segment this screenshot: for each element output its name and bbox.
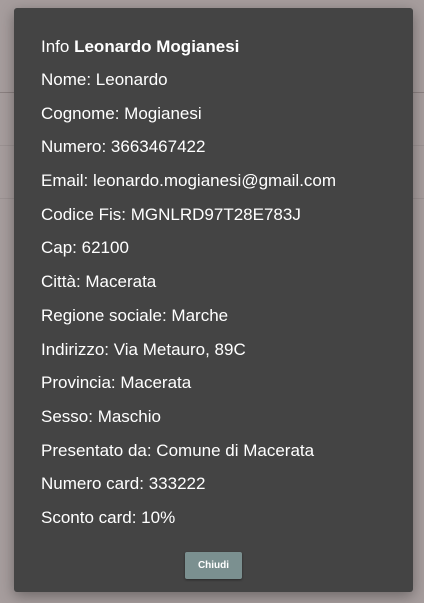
field-cap: Cap: 62100: [41, 238, 129, 258]
background-divider: [413, 145, 424, 146]
background-divider: [413, 198, 424, 199]
field-numero: Numero: 3663467422: [41, 137, 206, 157]
modal-title-name: Leonardo Mogianesi: [74, 37, 240, 56]
field-sesso: Sesso: Maschio: [41, 406, 161, 426]
close-button[interactable]: Chiudi: [185, 552, 242, 579]
background-divider: [413, 92, 424, 93]
field-email: Email: leonardo.mogianesi@gmail.com: [41, 171, 337, 191]
field-regione-sociale: Regione sociale: Marche: [41, 305, 229, 325]
background-divider: [0, 198, 14, 199]
info-modal: Info Leonardo Mogianesi Nome: Leonardo C…: [14, 8, 413, 592]
field-sconto-card: Sconto card: 10%: [41, 507, 176, 527]
field-provincia: Provincia: Macerata: [41, 373, 192, 393]
field-nome: Nome: Leonardo: [41, 70, 168, 89]
background-divider: [0, 92, 14, 93]
field-cognome: Cognome: Mogianesi: [41, 103, 202, 123]
field-citta: Città: Macerata: [41, 272, 157, 292]
background-divider: [0, 145, 14, 146]
field-numero-card: Numero card: 333222: [41, 474, 206, 494]
modal-title: Info Leonardo Mogianesi: [41, 36, 413, 58]
field-indirizzo: Indirizzo: Via Metauro, 89C: [41, 339, 246, 359]
modal-title-prefix: Info: [41, 37, 75, 56]
field-presentato-da: Presentato da: Comune di Macerata: [41, 440, 315, 460]
field-codice-fiscale: Codice Fis: MGNLRD97T28E783J: [41, 204, 301, 224]
